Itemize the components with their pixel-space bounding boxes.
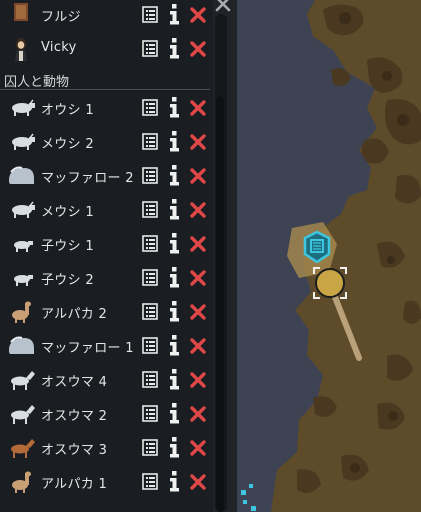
animal-row[interactable]: オスウマ 4 (0, 363, 213, 397)
animal-row[interactable]: メウシ 2 (0, 125, 213, 159)
colonist-vicky-icon (15, 38, 27, 61)
muffalo-icon (8, 166, 34, 184)
delete-icon[interactable] (189, 439, 207, 457)
log-icon[interactable] (142, 201, 158, 218)
horse-icon (11, 405, 35, 424)
delete-icon[interactable] (189, 167, 207, 185)
animal-row[interactable]: マッファロー 1 (0, 329, 213, 363)
world-map[interactable] (237, 0, 421, 512)
animal-name: メウシ 1 (41, 205, 94, 220)
info-icon[interactable] (167, 233, 181, 254)
delete-icon[interactable] (189, 133, 207, 151)
animal-name: オウシ 1 (41, 103, 94, 118)
log-icon[interactable] (142, 269, 158, 286)
delete-icon[interactable] (189, 235, 207, 253)
animal-row[interactable]: アルパカ 1 (0, 465, 213, 499)
colonist-animal-list-panel: フルジ Vicky 囚人と動物 オウシ 1 メウシ 2 マッファロー 2 メウシ… (0, 0, 213, 512)
section-divider (0, 89, 210, 90)
section-title: 囚人と動物 (4, 75, 70, 90)
animal-name: メウシ 2 (41, 137, 94, 152)
cow-icon (12, 201, 35, 218)
animal-row[interactable]: メウシ 1 (0, 193, 213, 227)
cow-icon (12, 133, 35, 150)
log-icon[interactable] (142, 133, 158, 150)
animal-name: 子ウシ 2 (41, 273, 94, 288)
colonist-row-fluj[interactable]: フルジ (0, 0, 213, 32)
delete-icon[interactable] (189, 337, 207, 355)
log-icon[interactable] (142, 405, 158, 422)
info-icon[interactable] (167, 301, 181, 322)
colony-marker-icon (303, 230, 331, 264)
delete-icon[interactable] (189, 303, 207, 321)
animal-row[interactable]: オスウマ 2 (0, 397, 213, 431)
animal-name: アルパカ 1 (41, 477, 108, 492)
log-icon[interactable] (142, 40, 158, 57)
log-icon[interactable] (142, 371, 158, 388)
info-icon[interactable] (167, 267, 181, 288)
muffalo-icon (8, 336, 34, 354)
info-icon[interactable] (167, 199, 181, 220)
animal-name: オスウマ 4 (41, 375, 108, 390)
animal-row[interactable]: オスウマ 3 (0, 431, 213, 465)
close-icon[interactable] (213, 0, 235, 14)
delete-icon[interactable] (189, 269, 207, 287)
log-icon[interactable] (142, 6, 158, 23)
animal-row[interactable]: 子ウシ 2 (0, 261, 213, 295)
colonist-name: Vicky (41, 40, 77, 55)
delete-icon[interactable] (189, 405, 207, 423)
log-icon[interactable] (142, 99, 158, 116)
alpaca-icon (12, 471, 31, 493)
animal-name: 子ウシ 1 (41, 239, 94, 254)
animal-row[interactable]: アルパカ 2 (0, 295, 213, 329)
info-icon[interactable] (167, 437, 181, 458)
animal-name: マッファロー 2 (41, 171, 134, 186)
info-icon[interactable] (167, 335, 181, 356)
log-icon[interactable] (142, 167, 158, 184)
delete-icon[interactable] (189, 99, 207, 117)
info-icon[interactable] (167, 97, 181, 118)
animal-row[interactable]: マッファロー 2 (0, 159, 213, 193)
info-icon[interactable] (167, 131, 181, 152)
horse-icon (11, 371, 35, 390)
log-icon[interactable] (142, 439, 158, 456)
colonist-row-vicky[interactable]: Vicky (0, 32, 213, 66)
calf-icon (14, 275, 33, 286)
info-icon[interactable] (167, 4, 181, 25)
colonist-fluj-icon (14, 3, 28, 21)
horse-brown-icon (11, 439, 35, 458)
info-icon[interactable] (167, 369, 181, 390)
animal-name: オスウマ 2 (41, 409, 108, 424)
delete-icon[interactable] (189, 6, 207, 24)
delete-icon[interactable] (189, 40, 207, 58)
animal-row[interactable]: オウシ 1 (0, 91, 213, 125)
scrollbar-thumb[interactable] (216, 96, 224, 512)
delete-icon[interactable] (189, 371, 207, 389)
animal-name: オスウマ 3 (41, 443, 108, 458)
animal-row[interactable]: 子ウシ 1 (0, 227, 213, 261)
calf-icon (14, 241, 33, 252)
animal-name: アルパカ 2 (41, 307, 108, 322)
info-icon[interactable] (167, 165, 181, 186)
animal-name: マッファロー 1 (41, 341, 134, 356)
info-icon[interactable] (167, 38, 181, 59)
info-icon[interactable] (167, 471, 181, 492)
log-icon[interactable] (142, 473, 158, 490)
delete-icon[interactable] (189, 473, 207, 491)
info-icon[interactable] (167, 403, 181, 424)
cow-icon (12, 99, 35, 116)
log-icon[interactable] (142, 303, 158, 320)
log-icon[interactable] (142, 337, 158, 354)
colonist-name: フルジ (41, 10, 81, 25)
alpaca-icon (12, 301, 31, 323)
delete-icon[interactable] (189, 201, 207, 219)
section-header-prisoners-animals: 囚人と動物 (0, 68, 213, 90)
log-icon[interactable] (142, 235, 158, 252)
